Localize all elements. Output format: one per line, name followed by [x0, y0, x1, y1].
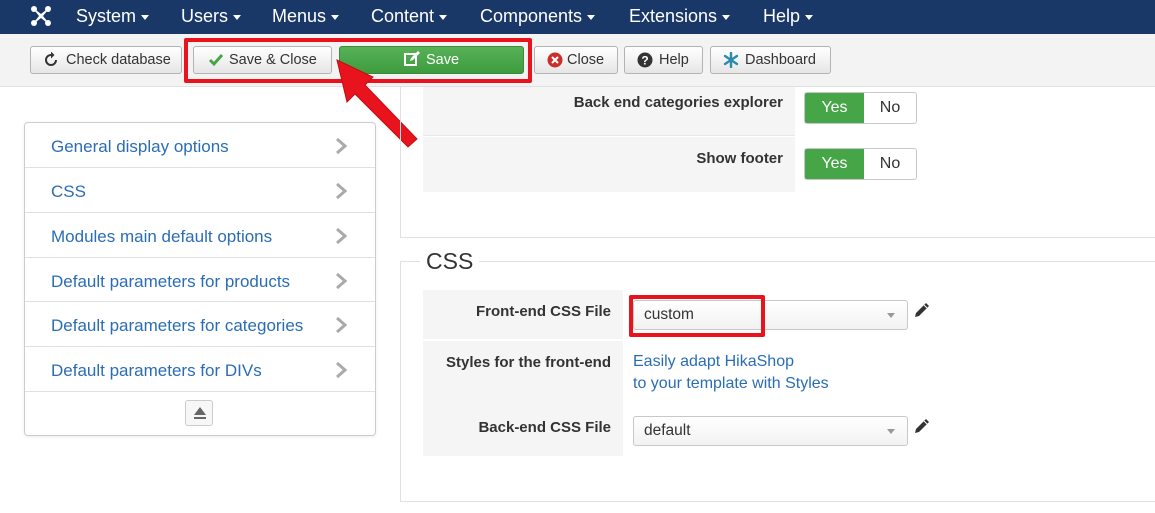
- caret-down-icon: [722, 14, 731, 20]
- front-end-css-label: Front-end CSS File: [423, 290, 623, 339]
- toolbar: Check database Save & Close Save Close ?…: [0, 34, 1155, 87]
- caret-down-icon: [141, 14, 150, 20]
- back-end-explorer-label: Back end categories explorer: [423, 87, 795, 136]
- sidebar-item-css[interactable]: CSS: [25, 168, 375, 213]
- sidebar-item-label: Default parameters for products: [51, 272, 291, 291]
- sidebar-item-label: General display options: [51, 137, 229, 156]
- sidebar-item-label: Default parameters for DIVs: [51, 361, 262, 380]
- help-label: Help: [659, 52, 689, 68]
- menu-extensions-label: Extensions: [629, 6, 718, 26]
- styles-link[interactable]: Easily adapt HikaShop to your template w…: [633, 351, 829, 395]
- dropdown-arrow-icon: [887, 313, 895, 318]
- menu-help-label: Help: [763, 6, 801, 26]
- highlight-front-css: [629, 295, 765, 337]
- chevron-right-icon: [336, 273, 347, 289]
- back-end-css-label: Back-end CSS File: [423, 406, 623, 456]
- caret-down-icon: [233, 14, 242, 20]
- no-option[interactable]: No: [864, 149, 916, 179]
- caret-down-icon: [587, 14, 596, 20]
- sidebar-item-categories[interactable]: Default parameters for categories: [25, 302, 375, 347]
- menu-components[interactable]: Components: [480, 0, 596, 34]
- refresh-icon: [45, 52, 57, 66]
- back-end-css-value: default: [644, 422, 691, 439]
- menu-users[interactable]: Users: [181, 0, 242, 34]
- close-button[interactable]: Close: [534, 46, 618, 74]
- sidebar-item-label: Modules main default options: [51, 227, 273, 246]
- sidebar-item-general-display[interactable]: General display options: [25, 123, 375, 168]
- sidebar-item-products[interactable]: Default parameters for products: [25, 258, 375, 302]
- chevron-right-icon: [336, 138, 347, 154]
- check-database-button[interactable]: Check database: [30, 46, 182, 74]
- dashboard-button[interactable]: Dashboard: [710, 46, 831, 74]
- top-navbar: System Users Menus Content Components Ex…: [0, 0, 1155, 34]
- help-button[interactable]: ? Help: [624, 46, 703, 74]
- yes-option[interactable]: Yes: [805, 149, 864, 179]
- caret-down-icon: [805, 14, 814, 20]
- close-circle-icon: [547, 52, 563, 68]
- caret-down-icon: [439, 14, 448, 20]
- svg-text:?: ?: [641, 54, 648, 68]
- check-database-label: Check database: [66, 52, 171, 68]
- show-footer-label: Show footer: [423, 137, 795, 192]
- caret-down-icon: [331, 14, 340, 20]
- back-end-explorer-toggle[interactable]: Yes No: [804, 92, 917, 124]
- help-icon: ?: [637, 52, 653, 68]
- joomla-icon[interactable]: [30, 5, 52, 27]
- chevron-right-icon: [336, 317, 347, 333]
- back-end-css-select[interactable]: default: [633, 416, 908, 446]
- sidebar-item-divs[interactable]: Default parameters for DIVs: [25, 347, 375, 392]
- styles-link-line2: to your template with Styles: [633, 375, 829, 392]
- no-option[interactable]: No: [864, 93, 916, 123]
- show-footer-toggle[interactable]: Yes No: [804, 148, 917, 180]
- pencil-icon[interactable]: [913, 417, 931, 435]
- dashboard-label: Dashboard: [745, 52, 816, 68]
- styles-link-line1: Easily adapt HikaShop: [633, 353, 794, 370]
- menu-system-label: System: [76, 6, 137, 26]
- styles-front-end-label: Styles for the front-end: [423, 341, 623, 406]
- menu-content-label: Content: [371, 6, 435, 26]
- menu-users-label: Users: [181, 6, 229, 26]
- sidebar-item-label: CSS: [51, 182, 86, 201]
- menu-help[interactable]: Help: [763, 0, 814, 34]
- menu-menus-label: Menus: [272, 6, 327, 26]
- menu-menus[interactable]: Menus: [272, 0, 340, 34]
- pencil-icon[interactable]: [913, 301, 931, 319]
- dropdown-arrow-icon: [887, 429, 895, 434]
- eject-icon: [194, 407, 206, 419]
- chevron-right-icon: [336, 228, 347, 244]
- css-legend: CSS: [420, 248, 480, 275]
- joomla-small-icon: [723, 52, 739, 68]
- sidebar-item-label: Default parameters for categories: [51, 316, 304, 335]
- sidebar-item-modules[interactable]: Modules main default options: [25, 213, 375, 258]
- menu-components-label: Components: [480, 6, 583, 26]
- chevron-right-icon: [336, 183, 347, 199]
- menu-system[interactable]: System: [76, 0, 150, 34]
- settings-sidebar: General display options CSS Modules main…: [24, 122, 376, 436]
- chevron-right-icon: [336, 362, 347, 378]
- close-label: Close: [567, 52, 605, 68]
- menu-content[interactable]: Content: [371, 0, 448, 34]
- yes-option[interactable]: Yes: [805, 93, 864, 123]
- collapse-sidebar-button[interactable]: [185, 400, 213, 426]
- menu-extensions[interactable]: Extensions: [629, 0, 731, 34]
